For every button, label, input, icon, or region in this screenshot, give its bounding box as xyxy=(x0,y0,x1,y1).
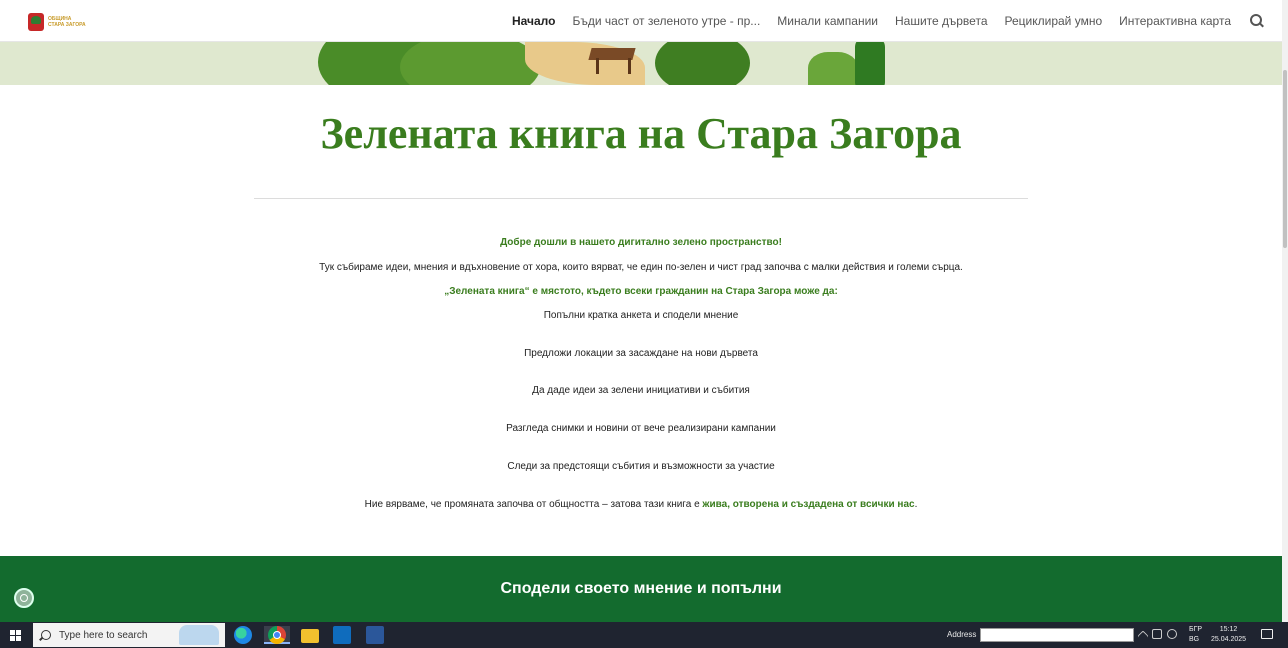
edge-icon[interactable] xyxy=(234,626,252,644)
search-icon[interactable] xyxy=(1250,14,1264,28)
lead-text: „Зелената книга“ е мястото, където всеки… xyxy=(444,286,838,297)
nav-item-join[interactable]: Бъди част от зеленото утре - пр... xyxy=(572,14,760,28)
banner-tree-graphic xyxy=(400,42,540,85)
banner-tree-graphic xyxy=(655,42,750,85)
system-tray xyxy=(1137,629,1177,642)
bench-leg-graphic xyxy=(596,58,599,74)
page-title: Зелената книга на Стара Загора xyxy=(320,109,962,158)
chrome-icon[interactable] xyxy=(264,626,290,644)
clock-time: 15:12 xyxy=(1219,626,1238,633)
accessibility-button[interactable] xyxy=(14,588,34,608)
taskbar-clock[interactable]: 15:12 25.04.2025 xyxy=(1211,625,1246,645)
file-explorer-icon[interactable] xyxy=(301,629,319,643)
notifications-icon[interactable] xyxy=(1261,629,1273,639)
welcome-text: Добре дошли в нашето дигитално зелено пр… xyxy=(500,237,782,248)
title-divider xyxy=(254,198,1028,199)
banner-reeds-graphic xyxy=(855,42,885,85)
search-highlight-graphic xyxy=(179,625,219,645)
address-toolbar-label: Address xyxy=(947,630,977,639)
banner-plant-graphic xyxy=(808,52,858,85)
logo-text: ОБЩИНА СТАРА ЗАГОРА xyxy=(48,16,86,28)
nav-item-interactive-map[interactable]: Интерактивна карта xyxy=(1119,14,1231,28)
nav-item-past-campaigns[interactable]: Минали кампании xyxy=(777,14,878,28)
taskbar-search-placeholder: Type here to search xyxy=(59,629,148,641)
site-logo[interactable]: ОБЩИНА СТАРА ЗАГОРА xyxy=(28,13,88,31)
windows-start-icon[interactable] xyxy=(10,630,21,641)
volume-icon[interactable] xyxy=(1167,629,1177,639)
address-toolbar-input[interactable] xyxy=(980,628,1134,642)
main-content: Зелената книга на Стара Загора Добре дош… xyxy=(0,85,1282,556)
closing-text-highlight: жива, отворена и създадена от всички нас xyxy=(702,499,915,510)
main-nav: Начало Бъди част от зеленото утре - пр..… xyxy=(512,0,1264,42)
search-icon xyxy=(41,630,51,640)
closing-text-end: . xyxy=(914,499,918,510)
list-item: Следи за предстоящи събития и възможност… xyxy=(507,461,775,472)
accessibility-icon xyxy=(20,594,28,602)
word-icon[interactable] xyxy=(366,626,384,644)
bench-leg-graphic xyxy=(628,58,631,74)
list-item: Да даде идеи за зелени инициативи и съби… xyxy=(532,385,750,396)
closing-text-start: Ние вярваме, че промяната започва от общ… xyxy=(364,499,703,510)
page-scrollbar[interactable] xyxy=(1282,0,1288,622)
nav-item-home[interactable]: Начало xyxy=(512,14,555,28)
clock-date: 25.04.2025 xyxy=(1211,636,1247,643)
feedback-section-title: Сподели своето мнение и попълни xyxy=(500,580,782,597)
show-hidden-icons-icon[interactable] xyxy=(1137,630,1149,642)
list-item: Попълни кратка анкета и сподели мнение xyxy=(543,310,739,321)
browser-viewport: ОБЩИНА СТАРА ЗАГОРА Начало Бъди част от … xyxy=(0,0,1288,648)
intro-text: Тук събираме идеи, мнения и вдъхновение … xyxy=(319,262,963,273)
feedback-section: Сподели своето мнение и попълни xyxy=(0,556,1282,622)
logo-emblem-icon xyxy=(28,13,44,31)
outlook-icon[interactable] xyxy=(333,626,351,644)
network-icon[interactable] xyxy=(1152,629,1162,639)
list-item: Разгледа снимки и новини от вече реализи… xyxy=(506,423,776,434)
closing-text: Ние вярваме, че промяната започва от общ… xyxy=(0,499,1282,510)
scrollbar-thumb[interactable] xyxy=(1283,70,1287,248)
list-item: Предложи локации за засаждане на нови дъ… xyxy=(524,348,758,359)
hero-banner-image xyxy=(0,42,1282,85)
language-code: БГР xyxy=(1189,626,1203,633)
site-header: ОБЩИНА СТАРА ЗАГОРА Начало Бъди част от … xyxy=(0,0,1282,42)
language-indicator[interactable]: БГР BG xyxy=(1189,625,1202,645)
language-locale: BG xyxy=(1189,636,1200,643)
nav-item-recycle[interactable]: Рециклирай умно xyxy=(1005,14,1103,28)
taskbar-search-box[interactable]: Type here to search xyxy=(33,623,225,647)
windows-taskbar: Type here to search Address БГР BG 15:12… xyxy=(0,622,1288,648)
nav-item-our-trees[interactable]: Нашите дървета xyxy=(895,14,988,28)
